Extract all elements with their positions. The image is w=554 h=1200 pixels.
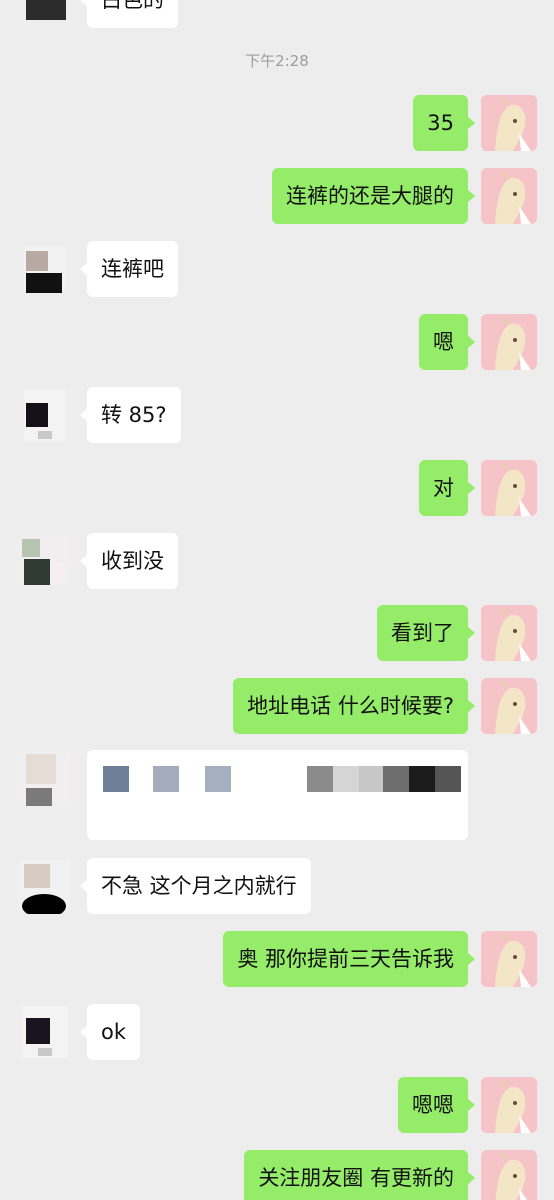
message-bubble[interactable]: 看到了 — [377, 605, 475, 661]
pixelated-avatar-icon[interactable] — [16, 241, 72, 297]
timestamp: 下午2:28 — [245, 52, 309, 70]
message-bubble[interactable]: 奥 那你提前三天告诉我 — [223, 931, 475, 987]
message-bubble[interactable]: 地址电话 什么时候要? — [233, 678, 475, 734]
redacted-block — [383, 766, 409, 792]
message-bubble[interactable]: 关注朋友圈 有更新的 — [244, 1150, 475, 1200]
redacted-block — [359, 766, 383, 792]
message-bubble[interactable]: 不急 这个月之内就行 — [80, 858, 311, 914]
anime-avatar-icon[interactable] — [481, 460, 537, 516]
anime-avatar-icon[interactable] — [481, 314, 537, 370]
pixelated-avatar-icon[interactable] — [16, 750, 72, 806]
redacted-block — [205, 766, 231, 792]
redacted-block — [333, 766, 359, 792]
redacted-block — [435, 766, 461, 792]
anime-avatar-icon[interactable] — [481, 931, 537, 987]
message-bubble[interactable]: 白色的 — [80, 0, 178, 28]
message-bubble[interactable]: 35 — [413, 95, 475, 151]
message-bubble[interactable]: 连裤吧 — [80, 241, 178, 297]
message-bubble[interactable]: 转 85? — [80, 387, 181, 443]
message-bubble[interactable]: 连裤的还是大腿的 — [272, 168, 475, 224]
chat-area: 白色的 下午2:28 35 连裤的还是大腿的 连裤吧 嗯 转 85? 对 收到没… — [0, 0, 554, 1200]
anime-avatar-icon[interactable] — [481, 168, 537, 224]
message-bubble[interactable]: 对 — [419, 460, 475, 516]
redacted-block — [307, 766, 333, 792]
anime-avatar-icon[interactable] — [481, 605, 537, 661]
redacted-message-card[interactable] — [87, 750, 468, 840]
message-bubble[interactable]: 嗯 — [419, 314, 475, 370]
redacted-block — [409, 766, 435, 792]
redacted-block — [103, 766, 129, 792]
redacted-block — [153, 766, 179, 792]
message-bubble[interactable]: 嗯嗯 — [398, 1077, 475, 1133]
anime-avatar-icon[interactable] — [481, 95, 537, 151]
anime-avatar-icon[interactable] — [481, 678, 537, 734]
message-bubble[interactable]: ok — [79, 1004, 141, 1060]
contact-avatar-icon[interactable] — [16, 0, 72, 28]
message-bubble[interactable]: 收到没 — [80, 533, 178, 589]
pixelated-avatar-icon[interactable] — [16, 387, 72, 443]
pixelated-avatar-icon[interactable] — [16, 533, 72, 589]
pixelated-avatar-icon[interactable] — [16, 1004, 72, 1060]
anime-avatar-icon[interactable] — [481, 1150, 537, 1200]
anime-avatar-icon[interactable] — [481, 1077, 537, 1133]
pixelated-avatar-icon[interactable] — [16, 858, 72, 914]
